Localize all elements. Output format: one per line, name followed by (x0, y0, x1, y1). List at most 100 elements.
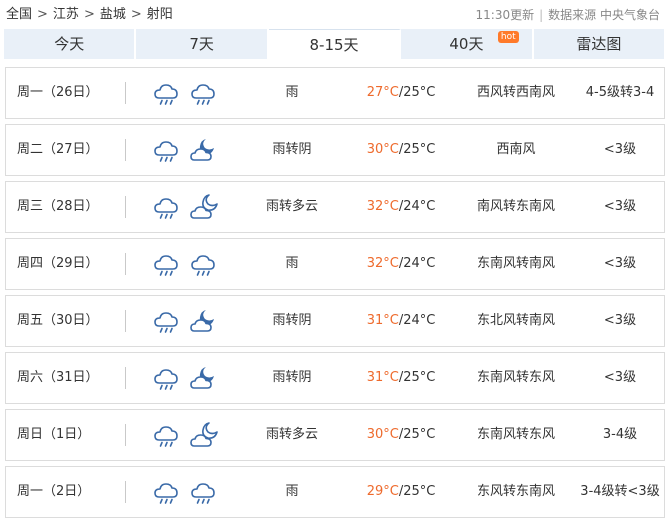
high-temp: 29°C (366, 484, 399, 499)
weather-icons (152, 410, 242, 460)
weather-icons (152, 125, 242, 175)
wind-direction: 东南风转东风 (476, 370, 555, 385)
low-temp: /25°C (398, 85, 436, 100)
weather-description: 雨转阴 (272, 370, 312, 385)
wind-direction: 东南风转南风 (476, 256, 555, 271)
low-temp: /25°C (398, 484, 436, 499)
temperature: 31°C/24°C (346, 296, 456, 346)
low-temp: /24°C (398, 199, 436, 214)
moon-partly-cloudy-icon (189, 192, 219, 222)
rain-cloud-icon (152, 306, 182, 336)
row-divider (125, 196, 126, 218)
high-temp: 32°C (366, 199, 399, 214)
temperature: 30°C/25°C (346, 410, 456, 460)
rain-cloud-icon (152, 249, 182, 279)
tab-today[interactable]: 今天 (4, 29, 137, 59)
rain-cloud-icon (189, 78, 219, 108)
weather-icons (152, 239, 242, 289)
wind-level: <3级 (603, 142, 637, 157)
rain-cloud-icon (152, 420, 182, 450)
forecast-row[interactable]: 周五（30日） 雨转阴 31°C/24°C 东北风转南风 <3级 (5, 295, 665, 347)
row-divider (125, 139, 126, 161)
temperature: 31°C/25°C (346, 353, 456, 403)
wind-direction: 东北风转南风 (476, 313, 555, 328)
weather-description: 雨转阴 (272, 313, 312, 328)
forecast-date: 周五（30日） (17, 313, 99, 328)
breadcrumb-item-province[interactable]: 江苏 (53, 7, 79, 22)
high-temp: 31°C (366, 313, 399, 328)
wind-direction: 西风转西南风 (476, 85, 555, 100)
forecast-row[interactable]: 周四（29日） 雨 32°C/24°C 东南风转南风 <3级 (5, 238, 665, 290)
low-temp: /25°C (398, 427, 436, 442)
forecast-date: 周六（31日） (17, 370, 99, 385)
weather-description: 雨转多云 (265, 427, 318, 442)
rain-cloud-icon (152, 363, 182, 393)
low-temp: /24°C (398, 313, 436, 328)
weather-description: 雨转多云 (265, 199, 318, 214)
tab-7-days[interactable]: 7天 (136, 29, 269, 59)
row-divider (125, 424, 126, 446)
forecast-date: 周日（1日） (17, 427, 91, 442)
moon-cloud-icon (189, 363, 219, 393)
breadcrumb-separator: > (83, 7, 95, 22)
forecast-date: 周二（27日） (17, 142, 99, 157)
temperature: 32°C/24°C (346, 182, 456, 232)
forecast-date: 周三（28日） (17, 199, 99, 214)
high-temp: 31°C (366, 370, 399, 385)
weather-description: 雨 (285, 85, 299, 100)
forecast-row[interactable]: 周三（28日） 雨转多云 32°C/24°C 南风转东南风 <3级 (5, 181, 665, 233)
wind-direction: 东风转东南风 (476, 484, 555, 499)
weather-icons (152, 467, 242, 517)
wind-level: 4-5级转3-4 (585, 85, 655, 100)
update-meta: 11:30更新 | 数据来源 中央气象台 (476, 5, 660, 25)
wind-direction: 东南风转东风 (476, 427, 555, 442)
rain-cloud-icon (189, 477, 219, 507)
forecast-tabs: 今天 7天 8-15天 40天 hot 雷达图 (4, 29, 665, 59)
row-divider (125, 253, 126, 275)
rain-cloud-icon (152, 477, 182, 507)
moon-cloud-icon (189, 135, 219, 165)
weather-icons (152, 353, 242, 403)
weather-icons (152, 68, 242, 118)
meta-divider: | (539, 8, 544, 22)
wind-level: <3级 (603, 199, 637, 214)
wind-direction: 南风转东南风 (476, 199, 555, 214)
tab-radar[interactable]: 雷达图 (533, 29, 665, 59)
forecast-row[interactable]: 周一（2日） 雨 29°C/25°C 东风转东南风 3-4级转<3级 (5, 466, 665, 518)
forecast-row[interactable]: 周日（1日） 雨转多云 30°C/25°C 东南风转东风 3-4级 (5, 409, 665, 461)
wind-level: <3级 (603, 313, 637, 328)
low-temp: /25°C (398, 370, 436, 385)
weather-icons (152, 182, 242, 232)
wind-level: <3级 (603, 256, 637, 271)
wind-level: 3-4级 (602, 427, 638, 442)
update-time: 11:30更新 (475, 8, 535, 22)
forecast-row[interactable]: 周一（26日） 雨 27°C/25°C 西风转西南风 4-5级转3-4 (5, 67, 665, 119)
moon-cloud-icon (189, 306, 219, 336)
forecast-row[interactable]: 周六（31日） 雨转阴 31°C/25°C 东南风转东风 <3级 (5, 352, 665, 404)
breadcrumb-separator: > (130, 7, 142, 22)
tab-40-days-label: 40天 (449, 35, 484, 53)
weather-icons (152, 296, 242, 346)
weather-description: 雨转阴 (272, 142, 312, 157)
low-temp: /25°C (398, 142, 436, 157)
temperature: 30°C/25°C (346, 125, 456, 175)
rain-cloud-icon (189, 249, 219, 279)
rain-cloud-icon (152, 135, 182, 165)
tab-8-15-days[interactable]: 8-15天 (268, 29, 402, 59)
rain-cloud-icon (152, 78, 182, 108)
high-temp: 30°C (366, 427, 399, 442)
breadcrumb-item-country[interactable]: 全国 (6, 7, 32, 22)
hot-badge: hot (497, 31, 519, 43)
breadcrumb-item-city[interactable]: 盐城 (100, 7, 126, 22)
moon-partly-cloudy-icon (189, 420, 219, 450)
data-source: 数据来源 中央气象台 (548, 8, 660, 22)
breadcrumb-item-county: 射阳 (146, 7, 173, 22)
breadcrumb: 全国 > 江苏 > 盐城 > 射阳 (6, 5, 173, 25)
rain-cloud-icon (152, 192, 182, 222)
temperature: 29°C/25°C (346, 467, 456, 517)
forecast-row[interactable]: 周二（27日） 雨转阴 30°C/25°C 西南风 <3级 (5, 124, 665, 176)
breadcrumb-separator: > (37, 7, 48, 22)
temperature: 32°C/24°C (346, 239, 456, 289)
tab-40-days[interactable]: 40天 hot (401, 29, 534, 59)
weather-description: 雨 (285, 256, 299, 271)
